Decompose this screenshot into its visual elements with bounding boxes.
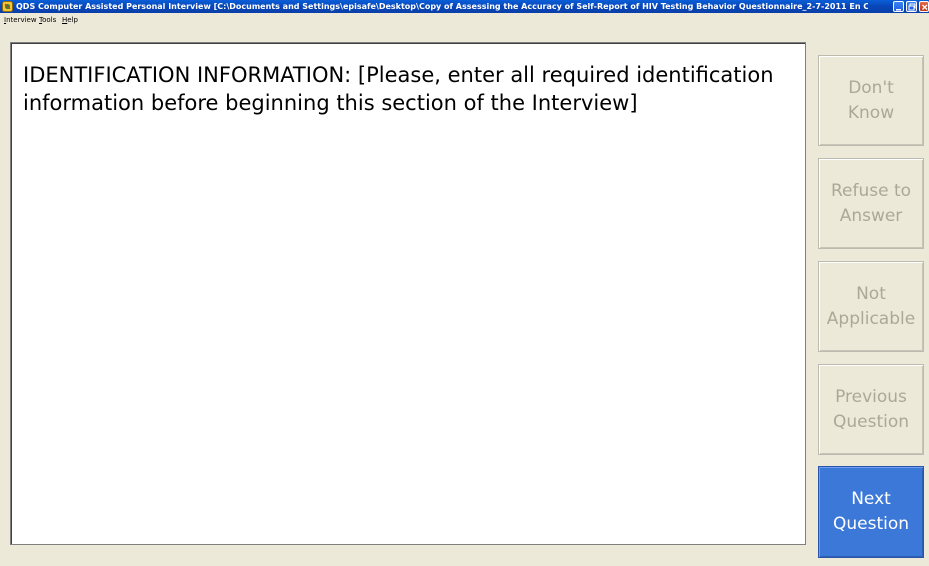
maximize-button[interactable] (906, 1, 917, 12)
question-panel: IDENTIFICATION INFORMATION: [Please, ent… (10, 42, 806, 545)
question-text: IDENTIFICATION INFORMATION: [Please, ent… (23, 63, 774, 115)
application-window: QDS Computer Assisted Personal Interview… (0, 0, 929, 566)
close-button[interactable] (919, 1, 929, 12)
menu-interview[interactable]: Interview (4, 15, 37, 25)
menu-tools-label: ools (42, 16, 57, 24)
minimize-button[interactable] (893, 1, 904, 12)
window-title: QDS Computer Assisted Personal Interview… (16, 2, 868, 11)
menu-bar: Interview Tools Help (0, 13, 929, 28)
previous-question-button[interactable]: Previous Question (818, 364, 924, 455)
menu-help[interactable]: Help (62, 15, 78, 25)
next-question-button[interactable]: Next Question (818, 466, 924, 558)
close-icon (922, 4, 928, 10)
title-bar[interactable]: QDS Computer Assisted Personal Interview… (0, 0, 929, 13)
menu-tools[interactable]: Tools (39, 15, 56, 25)
minimize-icon (896, 9, 901, 11)
restore-icon (908, 3, 916, 11)
app-icon[interactable] (2, 1, 13, 12)
not-applicable-button[interactable]: Not Applicable (818, 261, 924, 352)
menu-interview-label: nterview (6, 16, 37, 24)
refuse-to-answer-button[interactable]: Refuse to Answer (818, 158, 924, 249)
menu-help-label: elp (67, 16, 78, 24)
dont-know-button[interactable]: Don't Know (818, 55, 924, 146)
